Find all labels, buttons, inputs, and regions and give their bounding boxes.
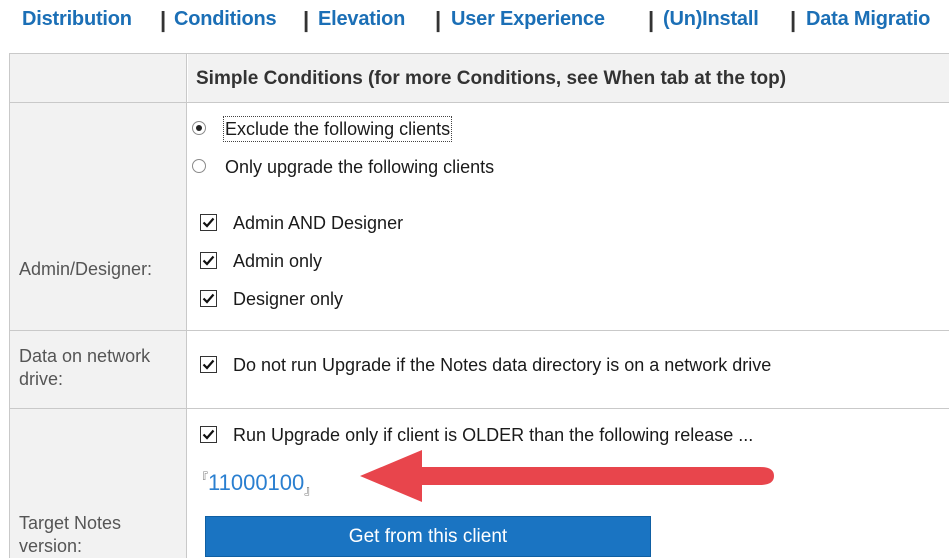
version-value[interactable]: 11000100 — [208, 470, 304, 495]
tab-uninstall[interactable]: (Un)Install — [663, 8, 759, 31]
admin-designer-label: Admin/Designer: — [19, 259, 153, 279]
section-title: Simple Conditions (for more Conditions, … — [196, 68, 787, 89]
admin-designer-label-cell: Admin/Designer: — [10, 103, 187, 330]
tab-separator: | — [648, 7, 655, 32]
checkbox-network-drive-box[interactable] — [200, 356, 217, 373]
tab-conditions[interactable]: Conditions — [174, 8, 277, 31]
red-arrow-annotation — [360, 450, 774, 502]
get-from-this-client-button[interactable]: Get from this client — [205, 516, 651, 557]
target-label-line2: version: — [19, 536, 83, 556]
tab-elevation[interactable]: Elevation — [318, 8, 405, 31]
checkbox-admin-and-designer-box[interactable] — [200, 214, 217, 231]
tab-distribution[interactable]: Distribution — [22, 8, 132, 31]
checkbox-designer-only-label: Designer only — [233, 289, 344, 309]
network-label-line1: Data on network — [19, 346, 151, 366]
tab-separator: | — [435, 7, 442, 32]
radio-exclude-label: Exclude the following clients — [222, 116, 453, 142]
radio-exclude[interactable] — [192, 121, 206, 135]
checkbox-admin-only-label: Admin only — [233, 251, 323, 271]
tab-bar: Distribution | Conditions | Elevation | … — [0, 0, 949, 44]
version-field[interactable]: 『11000100』 — [196, 470, 317, 497]
checkbox-admin-and-designer-label: Admin AND Designer — [233, 213, 404, 233]
tab-user-experience[interactable]: User Experience — [451, 8, 605, 31]
radio-only-label: Only upgrade the following clients — [225, 157, 495, 177]
version-open-bracket: 『 — [196, 471, 209, 485]
header-cell: Simple Conditions (for more Conditions, … — [188, 54, 949, 102]
tab-separator: | — [303, 7, 310, 32]
tab-separator: | — [160, 7, 167, 32]
checkbox-admin-only-box[interactable] — [200, 252, 217, 269]
network-label-cell: Data on network drive: — [10, 331, 187, 408]
target-label-line1: Target Notes — [19, 513, 122, 533]
checkbox-run-if-older-box[interactable] — [200, 426, 217, 443]
checkbox-designer-only-box[interactable] — [200, 290, 217, 307]
network-label-line2: drive: — [19, 369, 64, 389]
version-close-bracket: 』 — [304, 483, 317, 497]
tab-data-migration[interactable]: Data Migratio — [806, 8, 930, 31]
checkbox-run-if-older-label: Run Upgrade only if client is OLDER than… — [233, 425, 754, 445]
header-empty-cell — [10, 54, 187, 102]
tab-separator: | — [790, 7, 797, 32]
target-label-cell: Target Notes version: — [10, 409, 187, 558]
checkbox-network-drive-label: Do not run Upgrade if the Notes data dir… — [233, 355, 772, 375]
radio-only[interactable] — [192, 159, 206, 173]
